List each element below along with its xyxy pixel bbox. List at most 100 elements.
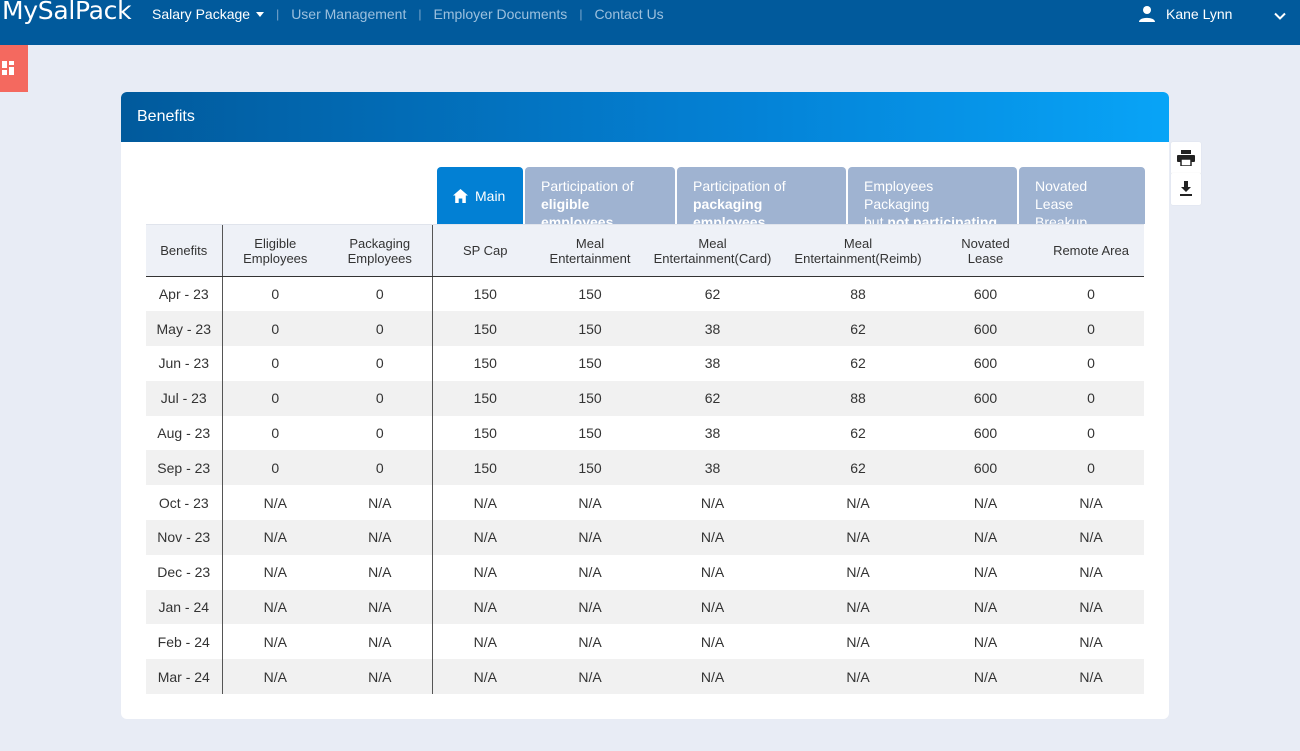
table-cell: N/A — [846, 633, 870, 650]
card-header: Benefits — [121, 92, 1169, 142]
column-header-line: Employees — [347, 250, 412, 266]
table-cell: 150 — [431, 276, 538, 312]
table-cell: 38 — [704, 355, 721, 372]
table-row: Aug - 23 0 0 150 150 38 62 600 0 — [146, 415, 1144, 451]
table-cell: N/A — [1079, 564, 1103, 581]
nav-user-management[interactable]: User Management — [291, 6, 406, 22]
month-cell: Nov - 23 — [146, 520, 222, 555]
nav-item-label: Salary Package — [152, 6, 251, 22]
download-button[interactable] — [1171, 173, 1201, 205]
table-cell: N/A — [973, 494, 998, 511]
table-cell: 600 — [973, 425, 998, 442]
grid-icon — [2, 61, 14, 75]
nav-separator: | — [579, 7, 583, 21]
column-header: Meal Entertainment(Reimb) — [783, 224, 933, 277]
table-cell: N/A — [431, 520, 538, 555]
column-header: Meal Entertainment(Card) — [642, 224, 783, 277]
table-row: Jun - 23 0 0 150 150 38 62 600 0 — [146, 346, 1144, 381]
table-cell: 0 — [221, 380, 328, 416]
column-header-line: Benefits — [160, 243, 208, 258]
table-cell: N/A — [973, 633, 998, 650]
column-header-line: Entertainment(Card) — [653, 250, 772, 266]
user-name: Kane Lynn — [1166, 6, 1233, 22]
table-cell: N/A — [642, 520, 783, 555]
table-cell: N/A — [1038, 659, 1144, 695]
column-header-line: Meal — [575, 235, 605, 251]
table-cell: 600 — [933, 450, 1038, 486]
tab-packaging-not-participating[interactable]: Employees Packaging but not participatin… — [848, 167, 1017, 230]
table-cell: 0 — [375, 286, 384, 303]
benefits-table: Benefits Eligible Employees Packaging Employ… — [146, 224, 1144, 695]
nav-contact-us[interactable]: Contact Us — [594, 6, 663, 22]
table-cell: N/A — [328, 659, 432, 695]
nav-salary-package[interactable]: Salary Package — [152, 6, 265, 22]
table-cell: 150 — [538, 450, 642, 486]
table-cell: 0 — [221, 450, 328, 486]
tab-label: Main — [475, 187, 506, 204]
nav-item-label: Employer Documents — [433, 6, 568, 22]
card-title: Benefits — [137, 108, 195, 125]
sidebar-toggle-button[interactable] — [0, 45, 28, 92]
tab-label-line1: Employees Packaging — [864, 178, 934, 212]
tab-novated-lease-breakup[interactable]: Novated Lease Breakup — [1019, 167, 1145, 230]
tab-main[interactable]: Main — [437, 167, 523, 224]
table-cell: 600 — [973, 286, 998, 303]
table-row: Jul - 23 0 0 150 150 62 88 600 0 — [146, 380, 1144, 416]
table-cell: N/A — [538, 520, 642, 555]
table-cell: 38 — [642, 450, 783, 486]
column-header-line: Employees — [243, 250, 308, 266]
table-cell: N/A — [578, 633, 602, 650]
table-cell: N/A — [221, 554, 328, 590]
table-row: Mar - 24 N/A N/A N/A N/A N/A N/A N/A N/A — [146, 659, 1144, 695]
table-cell: 0 — [1087, 425, 1095, 442]
tab-participation-eligible[interactable]: Participation of eligible employees — [525, 167, 675, 230]
table-row: May - 23 0 0 150 150 38 62 600 0 — [146, 311, 1144, 347]
column-header-line: Meal — [698, 235, 727, 251]
table-cell: 150 — [431, 380, 538, 416]
table-cell: N/A — [221, 659, 328, 695]
nav-separator: | — [418, 7, 422, 21]
table-cell: N/A — [700, 494, 725, 511]
table-head: Benefits Eligible Employees Packaging Employ… — [146, 224, 1144, 277]
table-cell: 0 — [1038, 380, 1144, 416]
table-cell: N/A — [538, 589, 642, 625]
user-menu[interactable]: Kane Lynn — [1138, 5, 1232, 23]
table-body: Apr - 23 0 0 150 150 62 88 600 0 May - 23 0 0 150 150… — [146, 276, 1144, 695]
table-cell: N/A — [642, 589, 783, 625]
chevron-down-icon[interactable] — [1273, 9, 1287, 23]
table-cell: N/A — [783, 520, 933, 555]
download-icon — [1180, 181, 1192, 196]
table-row: Dec - 23 N/A N/A N/A N/A N/A N/A N/A N/A — [146, 554, 1144, 590]
nav-separator: | — [276, 7, 280, 21]
nav-employer-documents[interactable]: Employer Documents — [433, 6, 567, 22]
column-header-line: Entertainment — [549, 250, 631, 266]
table-cell: 150 — [578, 286, 602, 303]
column-header-line: Remote Area — [1053, 243, 1129, 258]
table-cell: 38 — [642, 311, 783, 347]
print-button[interactable] — [1171, 142, 1201, 174]
app-logo[interactable]: MySalPack — [2, 0, 132, 25]
table-row: Sep - 23 0 0 150 150 38 62 600 0 — [146, 450, 1144, 486]
month-cell: Jun - 23 — [158, 355, 210, 372]
table-cell: N/A — [431, 589, 538, 625]
table-cell: 600 — [973, 355, 998, 372]
column-header-line: Novated — [961, 235, 1010, 251]
benefits-table-wrapper: Benefits Eligible Employees Packaging Employ… — [146, 224, 1144, 695]
table-cell: 0 — [221, 311, 328, 347]
table-cell: 150 — [431, 450, 538, 486]
table-cell: N/A — [933, 589, 1038, 625]
table-cell: 62 — [704, 286, 721, 303]
month-cell: Dec - 23 — [157, 564, 211, 581]
table-cell: N/A — [431, 485, 538, 521]
column-header: Remote Area — [1038, 224, 1144, 277]
column-header-line: Eligible — [254, 235, 297, 251]
column-header-line: SP Cap — [462, 243, 508, 258]
table-row: Feb - 24 N/A N/A N/A N/A N/A N/A N/A N/A — [146, 624, 1144, 660]
column-header: Novated Lease — [933, 224, 1038, 277]
column-header-line: Packaging — [349, 235, 411, 251]
table-cell: N/A — [933, 520, 1038, 555]
main-nav: Salary Package | User Management | Emplo… — [152, 6, 664, 22]
tab-participation-packaging[interactable]: Participation of packaging employees — [677, 167, 846, 230]
table-cell: 38 — [704, 425, 721, 442]
table-cell: 62 — [850, 355, 866, 372]
